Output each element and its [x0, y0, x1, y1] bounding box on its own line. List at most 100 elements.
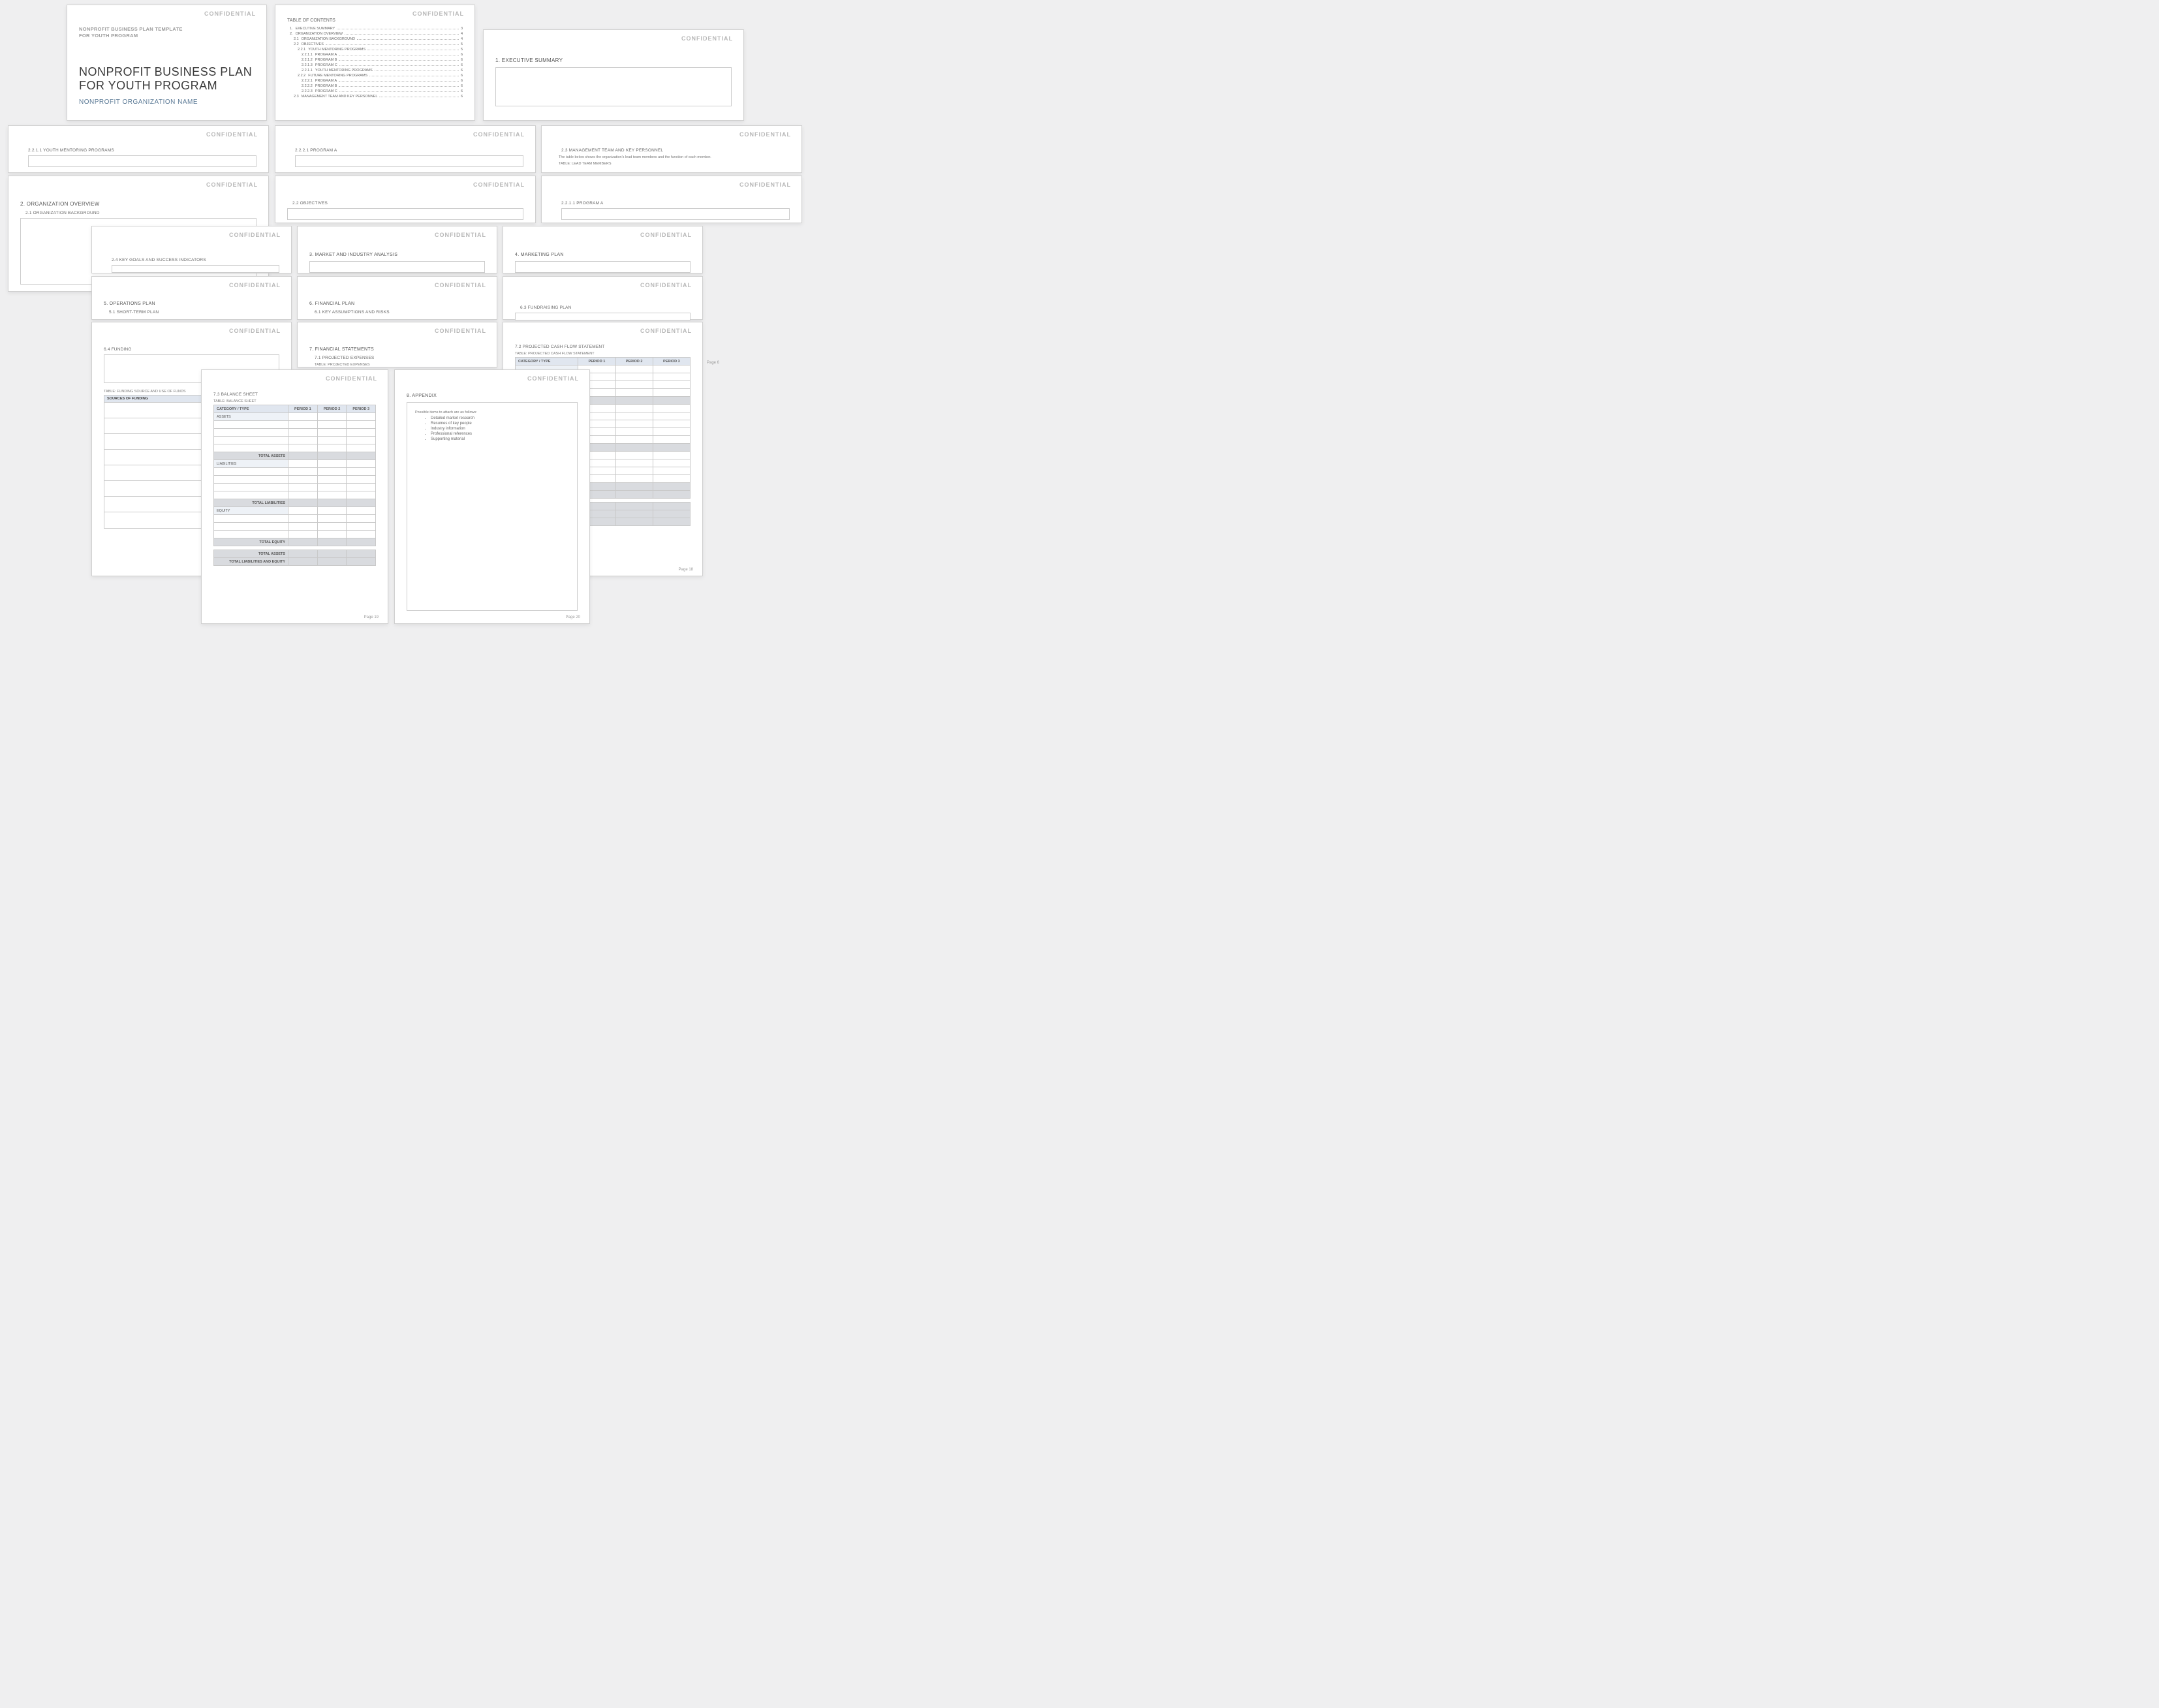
section-heading: 2.2 OBJECTIVES [287, 201, 523, 206]
appendix-item: Detailed market research [431, 416, 569, 420]
page-youth-mentoring: CONFIDENTIAL 2.2.1.1 YOUTH MENTORING PRO… [8, 125, 269, 173]
content-box [495, 67, 732, 106]
toc-item: 2.2.2.2PROGRAM B6 [287, 84, 463, 88]
section-heading: 6.4 FUNDING [104, 347, 279, 352]
confidential-label: CONFIDENTIAL [229, 282, 281, 288]
confidential-label: CONFIDENTIAL [412, 10, 464, 17]
toc-item: 2.2.2.1PROGRAM A6 [287, 79, 463, 83]
confidential-label: CONFIDENTIAL [435, 232, 486, 238]
section-heading: 2. ORGANIZATION OVERVIEW [20, 201, 256, 207]
toc-item: 2.ORGANIZATION OVERVIEW4 [287, 32, 463, 36]
toc-item: 2.1ORGANIZATION BACKGROUND4 [287, 37, 463, 41]
appendix-item: Resumes of key people [431, 422, 569, 426]
toc-item: 2.2.1YOUTH MENTORING PROGRAMS5 [287, 48, 463, 52]
confidential-label: CONFIDENTIAL [326, 375, 377, 382]
confidential-label: CONFIDENTIAL [739, 131, 791, 138]
section-heading: 4. MARKETING PLAN [515, 253, 691, 257]
section-heading: 2.2.1.1 PROGRAM A [553, 201, 790, 206]
confidential-label: CONFIDENTIAL [640, 328, 692, 334]
section-heading: 2.2.1.1 YOUTH MENTORING PROGRAMS [20, 148, 256, 153]
toc-item: 2.2.1.2PROGRAM B6 [287, 58, 463, 62]
template-header: NONPROFIT BUSINESS PLAN TEMPLATE FOR YOU… [79, 26, 255, 39]
confidential-label: CONFIDENTIAL [473, 181, 525, 188]
table-caption: TABLE: BALANCE SHEET [213, 399, 376, 403]
page-program-a-2: CONFIDENTIAL 2.2.1.1 PROGRAM A [541, 176, 802, 223]
page-marketing: CONFIDENTIAL 4. MARKETING PLAN [503, 226, 703, 273]
page-number: Page 18 [679, 568, 693, 572]
table-caption: TABLE: PROJECTED EXPENSES [309, 363, 485, 367]
page-appendix: CONFIDENTIAL 8. APPENDIX Possible items … [394, 369, 590, 624]
page-fundraising: CONFIDENTIAL 6.3 FUNDRAISING PLAN [503, 276, 703, 320]
section-heading: 2.2.2.1 PROGRAM A [287, 148, 523, 153]
page-market: CONFIDENTIAL 3. MARKET AND INDUSTRY ANAL… [297, 226, 497, 273]
toc-item: 2.2.1.3PROGRAM C6 [287, 63, 463, 67]
confidential-label: CONFIDENTIAL [435, 328, 486, 334]
toc-item: 2.3MANAGEMENT TEAM AND KEY PERSONNEL6 [287, 95, 463, 99]
page-program-a-1: CONFIDENTIAL 2.2.2.1 PROGRAM A [275, 125, 536, 173]
appendix-box: Possible items to attach are as follows:… [407, 402, 578, 611]
section-heading: 2.3 MANAGEMENT TEAM AND KEY PERSONNEL [553, 148, 790, 153]
confidential-label: CONFIDENTIAL [473, 131, 525, 138]
confidential-label: CONFIDENTIAL [640, 282, 692, 288]
toc-item: 2.2.1.1PROGRAM A6 [287, 53, 463, 57]
confidential-label: CONFIDENTIAL [527, 375, 579, 382]
appendix-item: Supporting material [431, 437, 569, 441]
section-heading: 5. OPERATIONS PLAN [104, 302, 279, 306]
section-heading: 7. FINANCIAL STATEMENTS [309, 347, 485, 352]
section-heading: 8. APPENDIX [407, 394, 578, 398]
content-box [287, 208, 523, 220]
confidential-label: CONFIDENTIAL [204, 10, 256, 17]
section-heading: 6. FINANCIAL PLAN [309, 302, 485, 306]
page-mgmt-team: CONFIDENTIAL 2.3 MANAGEMENT TEAM AND KEY… [541, 125, 802, 173]
appendix-item: Professional references [431, 432, 569, 436]
page-toc: CONFIDENTIAL TABLE OF CONTENTS 1.EXECUTI… [275, 5, 475, 121]
page-operations: CONFIDENTIAL 5. OPERATIONS PLAN 5.1 SHOR… [91, 276, 292, 320]
page-objectives: CONFIDENTIAL 2.2 OBJECTIVES [275, 176, 536, 223]
content-box [561, 208, 790, 220]
page-number: Page 19 [364, 615, 379, 619]
page-fin-statements: CONFIDENTIAL 7. FINANCIAL STATEMENTS 7.1… [297, 322, 497, 367]
confidential-label: CONFIDENTIAL [739, 181, 791, 188]
toc-item: 2.2.2.3PROGRAM C6 [287, 89, 463, 93]
confidential-label: CONFIDENTIAL [229, 232, 281, 238]
content-box [112, 265, 279, 273]
section-heading: 7.2 PROJECTED CASH FLOW STATEMENT [515, 345, 691, 349]
subsection-heading: 7.1 PROJECTED EXPENSES [309, 356, 485, 360]
section-heading: 6.3 FUNDRAISING PLAN [515, 305, 691, 310]
content-box [515, 313, 691, 320]
toc-item: 1.EXECUTIVE SUMMARY3 [287, 27, 463, 31]
appendix-note: Possible items to attach are as follows: [415, 411, 569, 414]
confidential-label: CONFIDENTIAL [206, 181, 258, 188]
content-box [515, 261, 691, 273]
page-cover: CONFIDENTIAL NONPROFIT BUSINESS PLAN TEM… [67, 5, 267, 121]
page-number: Page 20 [566, 615, 580, 619]
subsection-heading: 5.1 SHORT-TERM PLAN [104, 310, 279, 315]
section-heading: 3. MARKET AND INDUSTRY ANALYSIS [309, 253, 485, 257]
confidential-label: CONFIDENTIAL [435, 282, 486, 288]
organization-name: NONPROFIT ORGANIZATION NAME [79, 99, 255, 106]
page-balance-sheet: CONFIDENTIAL 7.3 BALANCE SHEET TABLE: BA… [201, 369, 388, 624]
page-key-goals: CONFIDENTIAL 2.4 KEY GOALS AND SUCCESS I… [91, 226, 292, 273]
table-caption: TABLE: LEAD TEAM MEMBERS [553, 162, 790, 166]
section-heading: 7.3 BALANCE SHEET [213, 392, 376, 397]
document-title: NONPROFIT BUSINESS PLAN FOR YOUTH PROGRA… [79, 65, 255, 93]
section-heading: 2.4 KEY GOALS AND SUCCESS INDICATORS [104, 258, 279, 262]
appendix-list: Detailed market research Resumes of key p… [415, 416, 569, 441]
table-caption: TABLE: PROJECTED CASH FLOW STATEMENT [515, 352, 691, 356]
confidential-label: CONFIDENTIAL [229, 328, 281, 334]
section-heading: 1. EXECUTIVE SUMMARY [495, 57, 732, 63]
toc-item: 2.2.1.1YOUTH MENTORING PROGRAMS6 [287, 69, 463, 72]
toc-item: 2.2.2FUTURE MENTORING PROGRAMS6 [287, 74, 463, 78]
subsection-heading: 2.1 ORGANIZATION BACKGROUND [20, 211, 256, 215]
page-number-fragment: Page 6 [707, 361, 719, 365]
content-box [28, 155, 256, 167]
balance-table: CATEGORY / TYPEPERIOD 1PERIOD 2PERIOD 3 … [213, 405, 376, 566]
section-note: The table below shows the organization's… [559, 155, 790, 159]
toc-title: TABLE OF CONTENTS [287, 18, 463, 23]
confidential-label: CONFIDENTIAL [640, 232, 692, 238]
toc-list: 1.EXECUTIVE SUMMARY32.ORGANIZATION OVERV… [287, 27, 463, 99]
page-exec-summary: CONFIDENTIAL 1. EXECUTIVE SUMMARY [483, 29, 744, 121]
content-box [295, 155, 523, 167]
page-financial-plan: CONFIDENTIAL 6. FINANCIAL PLAN 6.1 KEY A… [297, 276, 497, 320]
appendix-item: Industry information [431, 427, 569, 431]
